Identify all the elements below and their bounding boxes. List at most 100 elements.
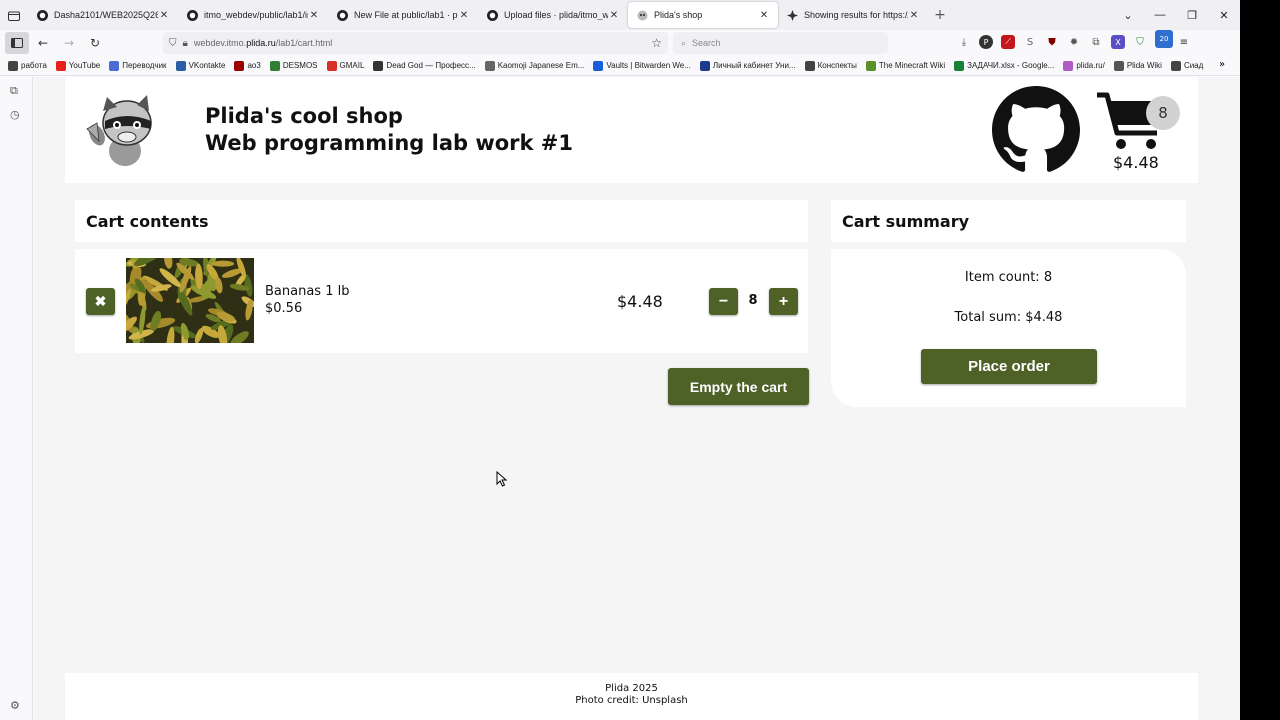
bookmark-item[interactable]: Plida Wiki: [1113, 60, 1162, 71]
product-name: Bananas 1 lb: [265, 284, 350, 299]
tab-close-icon[interactable]: ✕: [158, 10, 170, 21]
bookmark-item[interactable]: Vaults | Bitwarden We...: [593, 60, 691, 71]
search-input[interactable]: ⌕ Search: [673, 32, 888, 54]
place-order-button[interactable]: Place order: [921, 349, 1097, 384]
tab-4[interactable]: Plida's shop ✕: [628, 2, 778, 28]
sparkle-icon: [786, 9, 798, 21]
menu-icon[interactable]: ≡: [1175, 33, 1193, 51]
bookmark-star-icon[interactable]: ☆: [651, 36, 662, 50]
site-title: Plida's cool shop Web programming lab wo…: [205, 103, 573, 157]
browser-window: Dasha2101/WEB2025Q26 ✕ itmo_webdev/public/…: [0, 0, 1240, 720]
decrease-quantity-button[interactable]: −: [709, 288, 738, 315]
bookmark-label: работа: [21, 61, 47, 70]
bookmark-item[interactable]: YouTube: [55, 60, 100, 71]
tab-overview-icon[interactable]: [0, 0, 28, 30]
bookmark-item[interactable]: plida.ru/: [1063, 60, 1105, 71]
bookmark-favicon-icon: [1113, 60, 1124, 71]
site-footer: Plida 2025 Photo credit: Unsplash: [65, 673, 1198, 720]
bookmark-favicon-icon: [1170, 60, 1181, 71]
bookmark-label: GMAIL: [339, 61, 365, 70]
back-icon[interactable]: ←: [31, 32, 55, 54]
restore-button[interactable]: ❐: [1176, 9, 1208, 22]
bookmark-favicon-icon: [175, 60, 186, 71]
bookmark-item[interactable]: ao3: [234, 60, 261, 71]
increase-quantity-button[interactable]: +: [769, 288, 798, 315]
bookmark-item[interactable]: The Minecraft Wiki: [865, 60, 945, 71]
tab-5[interactable]: Showing results for https://web✕: [778, 2, 928, 28]
bookmark-favicon-icon: [954, 60, 965, 71]
history-icon[interactable]: ◷: [10, 108, 20, 121]
ublock-icon[interactable]: ⛊: [1043, 33, 1061, 51]
bookmark-favicon-icon: [55, 60, 66, 71]
line-total: $4.48: [617, 292, 663, 311]
extension-s-icon[interactable]: S: [1021, 33, 1039, 51]
bookmark-item[interactable]: VKontakte: [175, 60, 225, 71]
bookmark-label: plida.ru/: [1076, 61, 1105, 70]
bookmark-item[interactable]: Dead God — Професс...: [373, 60, 476, 71]
url-bar[interactable]: ⛉ 🔒︎ webdev.itmo. plida.ru/lab1/cart.html…: [163, 32, 668, 54]
close-window-button[interactable]: ✕: [1208, 9, 1240, 22]
bookmark-item[interactable]: ЗАДАЧИ.xlsx - Google...: [954, 60, 1055, 71]
banana-shape: [211, 260, 235, 267]
new-tab-button[interactable]: +: [928, 7, 952, 23]
tab-close-icon[interactable]: ✕: [308, 10, 320, 21]
url-domain: plida.ru: [246, 38, 276, 48]
tab-close-icon[interactable]: ✕: [458, 10, 470, 21]
bookmark-item[interactable]: Сиад: [1170, 60, 1203, 71]
bookmark-label: Конспекты: [817, 61, 857, 70]
raccoon-logo-icon[interactable]: [85, 93, 160, 168]
bookmark-item[interactable]: GMAIL: [326, 60, 365, 71]
tab-2[interactable]: New File at public/lab1 · plida/itmo✕: [328, 2, 478, 28]
sidebar-settings-icon[interactable]: ⚙: [10, 699, 20, 712]
synced-tabs-icon[interactable]: ⧉: [10, 84, 18, 98]
reload-icon[interactable]: ↻: [83, 32, 107, 54]
tab-title: Upload files · plida/itmo_webdev: [504, 10, 608, 20]
tab-close-icon[interactable]: ✕: [908, 10, 920, 21]
github-icon: [486, 9, 498, 21]
tab-close-icon[interactable]: ✕: [608, 10, 620, 21]
extension-shield-icon[interactable]: ⛉: [1131, 33, 1149, 51]
bookmark-label: ЗАДАЧИ.xlsx - Google...: [967, 61, 1055, 70]
shield-icon[interactable]: ⛉: [169, 38, 177, 49]
lock-icon[interactable]: 🔒︎: [183, 38, 188, 49]
extension-p-icon[interactable]: P: [979, 35, 993, 49]
bookmark-label: Переводчик: [122, 61, 167, 70]
downloads-icon[interactable]: ⤓: [955, 33, 973, 51]
bookmark-label: ao3: [247, 61, 261, 70]
tab-title: Dasha2101/WEB2025Q26: [54, 10, 158, 20]
site-header: Plida's cool shop Web programming lab wo…: [65, 77, 1198, 183]
bookmark-favicon-icon: [109, 60, 120, 71]
browser-sidebar: ⧉ ◷ ⚙: [0, 77, 33, 720]
site-title-line1: Plida's cool shop: [205, 104, 403, 128]
extension-pdf-icon[interactable]: ⟋: [1001, 35, 1015, 49]
tab-close-icon[interactable]: ✕: [758, 10, 770, 21]
extension-x-icon[interactable]: X: [1111, 35, 1125, 49]
bookmark-favicon-icon: [326, 60, 337, 71]
tab-3[interactable]: Upload files · plida/itmo_webdev✕: [478, 2, 628, 28]
remove-item-button[interactable]: ✖: [86, 288, 115, 315]
bookmark-item[interactable]: работа: [8, 60, 47, 71]
footer-copyright: Plida 2025: [605, 683, 658, 694]
tab-1[interactable]: itmo_webdev/public/lab1/index✕: [178, 2, 328, 28]
bookmark-label: Plida Wiki: [1126, 61, 1162, 70]
sidebar-toggle-icon[interactable]: [5, 32, 29, 54]
bookmark-item[interactable]: Личный кабинет Уни...: [699, 60, 796, 71]
bookmark-item[interactable]: Конспекты: [804, 60, 857, 71]
notifications-icon[interactable]: ▣20: [1153, 30, 1173, 51]
cart-count-badge: 8: [1146, 96, 1180, 130]
bookmark-item[interactable]: Переводчик: [109, 60, 167, 71]
cart-contents-heading: Cart contents: [75, 200, 808, 242]
github-icon[interactable]: [992, 86, 1080, 174]
minimize-button[interactable]: —: [1144, 9, 1176, 21]
bookmarks-overflow-icon[interactable]: »: [1219, 59, 1228, 70]
empty-cart-button[interactable]: Empty the cart: [668, 368, 809, 405]
extensions-icon[interactable]: ⧉: [1087, 33, 1105, 51]
bookmark-item[interactable]: Kaomoji Japanese Em...: [484, 60, 584, 71]
tab-0[interactable]: Dasha2101/WEB2025Q26 ✕: [28, 2, 178, 28]
darkreader-icon[interactable]: ✹: [1065, 33, 1083, 51]
tab-bar: Dasha2101/WEB2025Q26 ✕ itmo_webdev/public/…: [0, 0, 1240, 30]
list-all-tabs-icon[interactable]: ⌄: [1112, 9, 1144, 22]
forward-icon[interactable]: →: [57, 32, 81, 54]
bookmark-item[interactable]: DESMOS: [269, 60, 318, 71]
site-title-line2: Web programming lab work #1: [205, 131, 574, 155]
